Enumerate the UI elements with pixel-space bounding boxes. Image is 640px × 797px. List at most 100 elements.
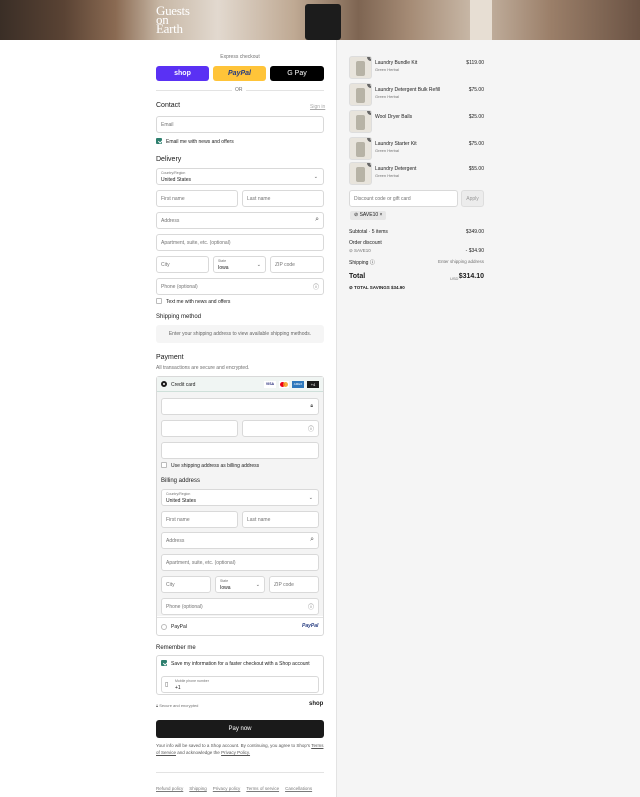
discount-field[interactable]: Discount code or gift card — [349, 190, 458, 207]
state-select[interactable]: State Iowa ⌄ — [213, 256, 266, 273]
paypal-radio[interactable] — [161, 624, 167, 630]
country-select[interactable]: Country/Region United States ⌄ — [156, 168, 324, 185]
use-shipping-label: Use shipping address as billing address — [171, 463, 260, 469]
security-code-field[interactable]: ⓘ — [242, 420, 319, 437]
paypal-logo: PayPal — [302, 623, 319, 629]
product-image — [356, 115, 365, 130]
product-thumbnail: 1 — [349, 137, 372, 160]
shipping-label: Shipping ⓘ — [349, 259, 375, 266]
privacy-policy-link[interactable]: Privacy policy — [213, 786, 241, 791]
mastercard-icon — [279, 381, 289, 388]
remember-checkbox[interactable] — [161, 660, 167, 666]
cancellations-link[interactable]: Cancellations — [285, 786, 312, 791]
country-label: Country/Region — [161, 171, 186, 175]
radio-selected[interactable] — [161, 381, 167, 387]
phone-placeholder: Phone (optional) — [166, 603, 203, 610]
subtotal-label: Subtotal · 5 items — [349, 229, 388, 235]
footer-links: Refund policy Shipping Privacy policy Terms… — [156, 777, 318, 795]
country-label: Country/Region — [166, 492, 191, 496]
search-icon: ⌕ — [315, 216, 319, 223]
first-name-field[interactable]: First name — [156, 190, 238, 207]
legal-text: Your info will be saved to a Shop accoun… — [156, 743, 324, 756]
sign-in-link[interactable]: Sign in — [310, 104, 325, 110]
billing-state-select[interactable]: State Iowa ⌄ — [215, 576, 265, 593]
visa-icon: VISA — [264, 381, 276, 388]
tag-icon: ⊘ — [354, 212, 359, 218]
billing-zip-field[interactable]: ZIP code — [269, 576, 319, 593]
chevron-down-icon: ⌄ — [313, 174, 318, 180]
product-thumbnail: 1 — [349, 162, 372, 185]
product-price: $25.00 — [468, 114, 484, 120]
quantity-badge: 1 — [367, 84, 371, 88]
refund-policy-link[interactable]: Refund policy — [156, 786, 183, 791]
state-label: State — [220, 579, 229, 583]
legal-copy: Your info will be saved to a Shop accoun… — [156, 743, 311, 748]
country-value: United States — [166, 498, 197, 504]
billing-country-select[interactable]: Country/Region United States ⌄ — [161, 489, 319, 506]
use-shipping-checkbox[interactable] — [161, 462, 167, 468]
billing-title: Billing address — [161, 478, 201, 484]
billing-address-field[interactable]: Address ⌕ — [161, 532, 319, 549]
product-variant: Green Herbal — [375, 67, 400, 72]
paypal-button[interactable]: PayPal — [213, 66, 266, 81]
zip-field[interactable]: ZIP code — [270, 256, 324, 273]
billing-first-name-field[interactable]: First name — [161, 511, 238, 528]
product-name: Wool Dryer Balls — [375, 114, 413, 120]
billing-phone-field[interactable]: Phone (optional) ⓘ — [161, 598, 319, 615]
quantity-badge: 1 — [367, 57, 371, 61]
product-name: Laundry Bundle Kit — [375, 60, 418, 66]
billing-city-field[interactable]: City — [161, 576, 211, 593]
help-icon[interactable]: ⓘ — [370, 260, 375, 266]
city-field[interactable]: City — [156, 256, 209, 273]
product-image — [356, 167, 365, 182]
address-placeholder: Address — [166, 537, 185, 544]
tag-icon: ⊘ — [349, 285, 353, 290]
total-label: Total — [349, 273, 366, 280]
apartment-field[interactable]: Apartment, suite, etc. (optional) — [156, 234, 324, 251]
email-field[interactable]: Email — [156, 116, 324, 133]
phone-field[interactable]: Phone (optional) ⓘ — [156, 278, 324, 295]
delivery-title: Delivery — [156, 156, 182, 163]
text-news-label: Text me with news and offers — [166, 299, 231, 305]
billing-apartment-field[interactable]: Apartment, suite, etc. (optional) — [161, 554, 319, 571]
text-news-checkbox[interactable] — [156, 298, 162, 304]
product-image — [356, 61, 365, 76]
product-variant: Green Herbal — [375, 148, 400, 153]
brand-logo[interactable]: Guests on Earth — [156, 4, 190, 35]
product-image — [305, 4, 341, 40]
savings-text: TOTAL SAVINGS $34.90 — [354, 285, 405, 290]
pay-now-button[interactable]: Pay now — [156, 720, 324, 738]
apply-button[interactable]: Apply — [461, 190, 484, 207]
shop-pay-button[interactable]: shop — [156, 66, 209, 81]
mobile-phone-field[interactable]: ▯ Mobile phone number +1 — [161, 676, 319, 693]
last-name-field[interactable]: Last name — [242, 190, 324, 207]
shop-logo: shop — [309, 701, 324, 707]
discount-code-line: ⊘ SAVE10 — [349, 248, 371, 254]
product-thumbnail: 1 — [349, 110, 372, 133]
remove-icon[interactable]: × — [380, 212, 383, 218]
shipping-link[interactable]: Shipping — [189, 786, 207, 791]
country-value: United States — [161, 177, 192, 183]
help-icon[interactable]: ⓘ — [308, 602, 314, 611]
hero-shape — [470, 0, 492, 40]
help-icon[interactable]: ⓘ — [308, 424, 314, 433]
email-news-checkbox[interactable] — [156, 138, 162, 144]
discount-code: SAVE10 — [354, 248, 371, 253]
product-price: $75.00 — [468, 141, 484, 147]
mc-circle — [283, 382, 288, 387]
legal-copy: and acknowledge the — [177, 749, 220, 755]
lock-icon: 🔒︎ — [310, 403, 313, 409]
remember-title: Remember me — [156, 645, 196, 651]
address-field[interactable]: Address ⌕ — [156, 212, 324, 229]
product-variant: Green Herbal — [375, 173, 400, 178]
billing-last-name-field[interactable]: Last name — [242, 511, 319, 528]
mobile-label: Mobile phone number — [175, 679, 209, 683]
mobile-value: +1 — [175, 685, 181, 691]
name-on-card-field[interactable] — [161, 442, 319, 459]
expiration-field[interactable] — [161, 420, 238, 437]
privacy-link[interactable]: Privacy Policy. — [221, 750, 250, 755]
help-icon[interactable]: ⓘ — [313, 282, 319, 291]
google-pay-button[interactable]: G Pay — [270, 66, 324, 81]
card-number-field[interactable]: 🔒︎ — [161, 398, 319, 415]
terms-link[interactable]: Terms of service — [246, 786, 279, 791]
